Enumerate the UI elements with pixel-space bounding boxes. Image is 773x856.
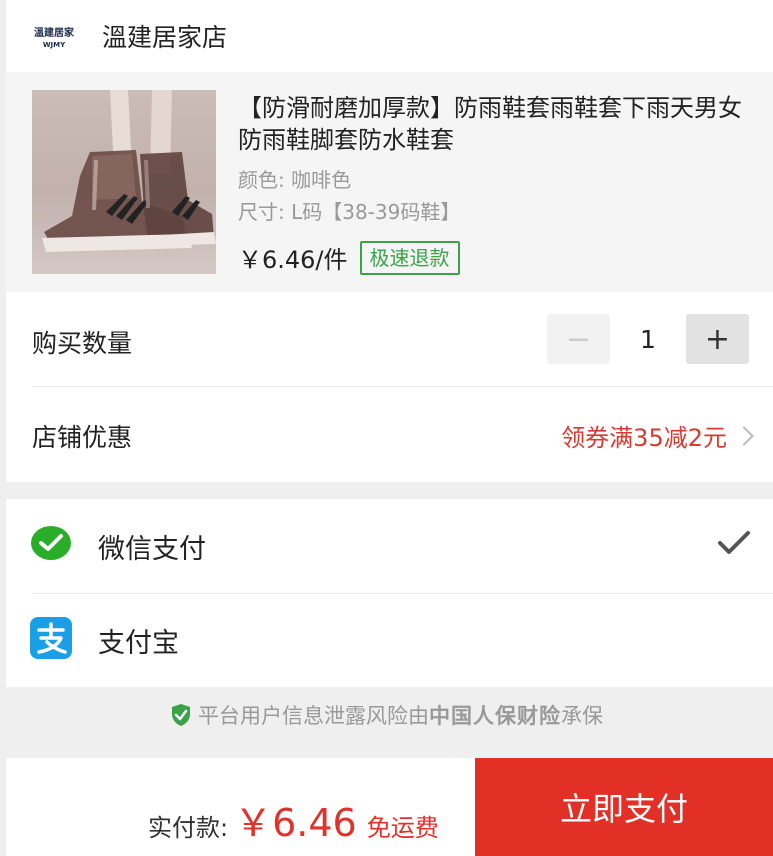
shoe-cover-image	[42, 90, 216, 252]
fast-refund-badge: 极速退款	[359, 240, 460, 275]
alipay-label: 支付宝	[98, 628, 179, 659]
shop-logo: 溫建居家 WJMY	[24, 6, 84, 66]
chevron-right-icon	[734, 425, 754, 446]
checkout-footer: 实付款: ￥6.46 免运费 立即支付	[6, 758, 773, 856]
free-shipping-label: 免运费	[366, 814, 439, 842]
product-image	[32, 90, 216, 274]
payment-option-wechat[interactable]: 微信支付	[6, 499, 773, 593]
wechat-pay-label: 微信支付	[98, 534, 206, 565]
product-title: 【防滑耐磨加厚款】防雨鞋套雨鞋套下雨天男女防雨鞋脚套防水鞋套	[238, 94, 742, 154]
check-icon	[718, 531, 750, 554]
price-row: ￥6.46/件 极速退款	[238, 240, 460, 275]
shop-logo-subtext: WJMY	[42, 40, 66, 49]
total-summary: 实付款: ￥6.46 免运费	[148, 792, 439, 847]
insurance-note: 平台用户信息泄露风险由 中国人保财险 承保	[0, 700, 773, 730]
product-card: 【防滑耐磨加厚款】防雨鞋套雨鞋套下雨天男女防雨鞋脚套防水鞋套 颜色: 咖啡色 尺…	[6, 72, 773, 292]
divider	[32, 386, 773, 387]
payment-methods: 微信支付 支付宝	[6, 499, 773, 687]
quantity-value[interactable]: 1	[610, 325, 686, 354]
quantity-stepper: − 1 +	[547, 314, 749, 364]
insurer-name: 中国人保财险	[429, 704, 561, 728]
shop-header[interactable]: 溫建居家 WJMY 溫建居家店	[6, 0, 773, 72]
insurance-text-before: 平台用户信息泄露风险由	[198, 704, 429, 728]
increase-quantity-button[interactable]: +	[686, 314, 749, 364]
shop-name: 溫建居家店	[102, 23, 228, 52]
product-color-spec: 颜色: 咖啡色	[238, 168, 352, 192]
decrease-quantity-button[interactable]: −	[547, 314, 610, 364]
alipay-icon	[30, 617, 72, 659]
coupon-label: 店铺优惠	[32, 423, 133, 452]
product-price: ￥6.46/件	[238, 246, 348, 274]
coupon-selector[interactable]: 领券满35减2元	[561, 418, 754, 453]
quantity-label: 购买数量	[32, 329, 133, 358]
wechat-icon	[31, 526, 71, 560]
payment-option-alipay[interactable]: 支付宝	[6, 593, 773, 687]
pay-now-button[interactable]: 立即支付	[475, 758, 773, 856]
order-options: 购买数量 − 1 + 店铺优惠 领券满35减2元	[6, 292, 773, 482]
total-label: 实付款:	[148, 814, 229, 842]
total-amount: ￥6.46	[234, 801, 357, 845]
product-size-spec: 尺寸: L码【38-39码鞋】	[238, 200, 461, 224]
coupon-value: 领券满35减2元	[561, 424, 727, 452]
shield-check-icon	[172, 704, 190, 726]
insurance-text-after: 承保	[561, 704, 603, 728]
shop-logo-text: 溫建居家	[34, 27, 74, 39]
